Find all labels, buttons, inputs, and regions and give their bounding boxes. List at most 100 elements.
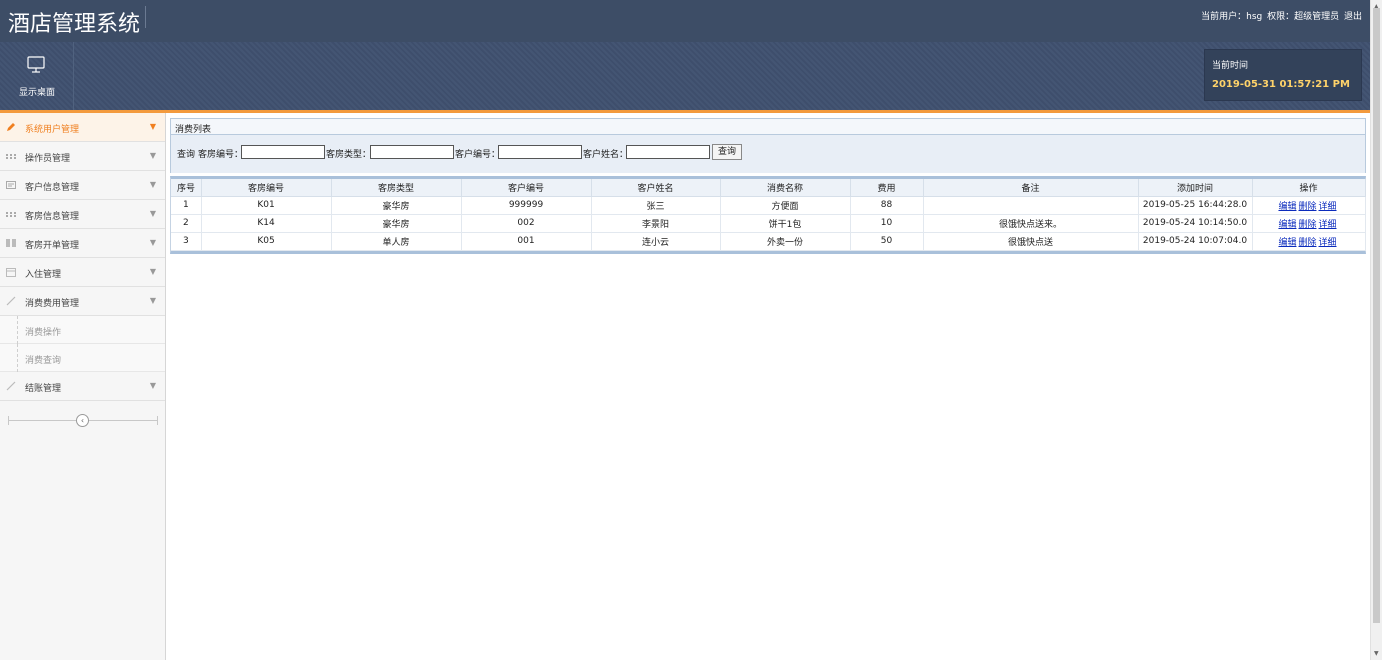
sidebar-item-label: 客房开单管理	[25, 241, 80, 251]
cell-fee: 50	[850, 232, 924, 251]
sidebar-collapse-bar: ‹	[0, 412, 165, 428]
edit-link[interactable]: 编辑	[1278, 220, 1296, 230]
cell-fee: 88	[850, 196, 924, 215]
cell-consume-name: 方便面	[720, 196, 851, 215]
customer-name-input[interactable]	[626, 145, 710, 159]
column-header: 备注	[923, 179, 1139, 197]
cell-actions: 编辑 删除 详细	[1252, 214, 1366, 233]
cell-remark	[923, 196, 1139, 215]
collapse-line-right-cap	[157, 416, 158, 425]
table-header-row: 序号 客房编号 客房类型 客户编号 客户姓名 消费名称 费用 备注 添加时间 操…	[171, 179, 1366, 197]
column-header: 客房编号	[201, 179, 332, 197]
chevron-down-icon: ▼	[149, 122, 156, 131]
cell-customer-no: 001	[461, 232, 592, 251]
sidebar-item-customers[interactable]: 客户信息管理 ▼	[0, 171, 165, 200]
table-row: 1 K01 豪华房 999999 张三 方便面 88 2019-05-25 16…	[171, 196, 1366, 215]
cell-index: 1	[171, 196, 202, 215]
sidebar-item-room-orders[interactable]: 客房开单管理 ▼	[0, 229, 165, 258]
detail-link[interactable]: 详细	[1319, 220, 1337, 230]
panel-header: 消费列表	[170, 118, 1366, 135]
sidebar-item-label: 消费费用管理	[25, 299, 80, 309]
tree-line	[17, 316, 18, 344]
chevron-left-icon[interactable]: ‹	[76, 414, 89, 427]
sidebar-subitem-label: 消费查询	[25, 356, 62, 366]
column-header: 操作	[1252, 179, 1366, 197]
sidebar-item-label: 操作员管理	[25, 154, 71, 164]
table-row: 3 K05 单人房 001 连小云 外卖一份 50 很饿快点送 2019-05-…	[171, 232, 1366, 251]
detail-link[interactable]: 详细	[1319, 238, 1337, 248]
cell-room-type: 单人房	[331, 232, 462, 251]
search-bar: 查询 客房编号： 客房类型： 客户编号： 客户姓名： 查询	[170, 135, 1366, 173]
scroll-thumb[interactable]	[1373, 8, 1380, 623]
app-title: 酒店管理系统	[8, 12, 141, 37]
calendar-icon	[6, 268, 16, 277]
sidebar-item-label: 客户信息管理	[25, 183, 80, 193]
chevron-down-icon: ▼	[149, 209, 156, 218]
sidebar-item-operators[interactable]: 操作员管理 ▼	[0, 142, 165, 171]
sidebar-item-label: 客房信息管理	[25, 212, 80, 222]
brush-icon	[6, 381, 16, 391]
panel-title: 消费列表	[175, 125, 212, 135]
column-header: 序号	[171, 179, 202, 197]
delete-link[interactable]: 删除	[1298, 238, 1316, 248]
column-header: 添加时间	[1138, 179, 1253, 197]
current-time-value: 2019-05-31 01:57:21 PM	[1212, 79, 1350, 90]
sidebar-item-label: 结账管理	[25, 384, 62, 394]
current-time-title: 当前时间	[1212, 61, 1249, 71]
edit-link[interactable]: 编辑	[1278, 238, 1296, 248]
room-no-label: 客房编号：	[198, 150, 244, 160]
sidebar-subitem-consume-query[interactable]: 消费查询	[0, 344, 165, 372]
vertical-scrollbar[interactable]: ▲ ▼	[1370, 0, 1382, 660]
show-desktop-label: 显示桌面	[18, 88, 55, 98]
show-desktop-button[interactable]: 显示桌面	[0, 42, 74, 110]
columns-icon	[6, 239, 16, 247]
cell-room-no: K14	[201, 214, 332, 233]
chevron-down-icon: ▼	[149, 296, 156, 305]
cell-room-type: 豪华房	[331, 196, 462, 215]
search-button[interactable]: 查询	[712, 144, 742, 160]
column-header: 消费名称	[720, 179, 851, 197]
room-type-input[interactable]	[370, 145, 454, 159]
cell-customer-no: 002	[461, 214, 592, 233]
cell-fee: 10	[850, 214, 924, 233]
room-type-label: 客房类型：	[326, 150, 372, 160]
chevron-down-icon: ▼	[149, 151, 156, 160]
column-header: 客房类型	[331, 179, 462, 197]
delete-link[interactable]: 删除	[1298, 202, 1316, 212]
sidebar-item-checkout[interactable]: 结账管理 ▼	[0, 372, 165, 401]
top-header: 酒店管理系统 当前用户：hsg 权限：超级管理员 退出	[0, 0, 1370, 42]
room-no-input[interactable]	[241, 145, 325, 159]
brush-icon	[6, 296, 16, 306]
current-time-box: 当前时间 2019-05-31 01:57:21 PM	[1204, 49, 1362, 101]
cell-added-time: 2019-05-25 16:44:28.0	[1138, 196, 1253, 215]
cell-remark: 很饿快点送	[923, 232, 1139, 251]
cell-room-no: K05	[201, 232, 332, 251]
cell-customer-name: 张三	[591, 196, 721, 215]
cell-room-type: 豪华房	[331, 214, 462, 233]
cell-index: 2	[171, 214, 202, 233]
monitor-icon	[27, 56, 45, 73]
customer-no-input[interactable]	[498, 145, 582, 159]
column-header: 客户姓名	[591, 179, 721, 197]
chevron-down-icon: ▼	[149, 381, 156, 390]
cell-customer-no: 999999	[461, 196, 592, 215]
scroll-down-icon[interactable]: ▼	[1374, 650, 1379, 657]
logout-link[interactable]: 退出	[1344, 12, 1362, 22]
current-user: 当前用户：hsg	[1201, 12, 1263, 22]
sidebar-item-checkin[interactable]: 入住管理 ▼	[0, 258, 165, 287]
grid-icon	[6, 154, 16, 159]
cell-room-no: K01	[201, 196, 332, 215]
edit-link[interactable]: 编辑	[1278, 202, 1296, 212]
consumption-table: 序号 客房编号 客房类型 客户编号 客户姓名 消费名称 费用 备注 添加时间 操…	[170, 176, 1366, 254]
accent-divider	[0, 110, 1370, 113]
column-header: 费用	[850, 179, 924, 197]
sidebar-item-rooms[interactable]: 客房信息管理 ▼	[0, 200, 165, 229]
sidebar-item-consumption[interactable]: 消费费用管理 ▼	[0, 287, 165, 316]
sidebar-subitem-consume-operate[interactable]: 消费操作	[0, 316, 165, 344]
title-divider	[145, 6, 146, 28]
sidebar-item-system-users[interactable]: 系统用户管理 ▼	[0, 113, 165, 142]
cell-customer-name: 连小云	[591, 232, 721, 251]
search-prefix: 查询	[177, 150, 196, 160]
delete-link[interactable]: 删除	[1298, 220, 1316, 230]
detail-link[interactable]: 详细	[1319, 202, 1337, 212]
